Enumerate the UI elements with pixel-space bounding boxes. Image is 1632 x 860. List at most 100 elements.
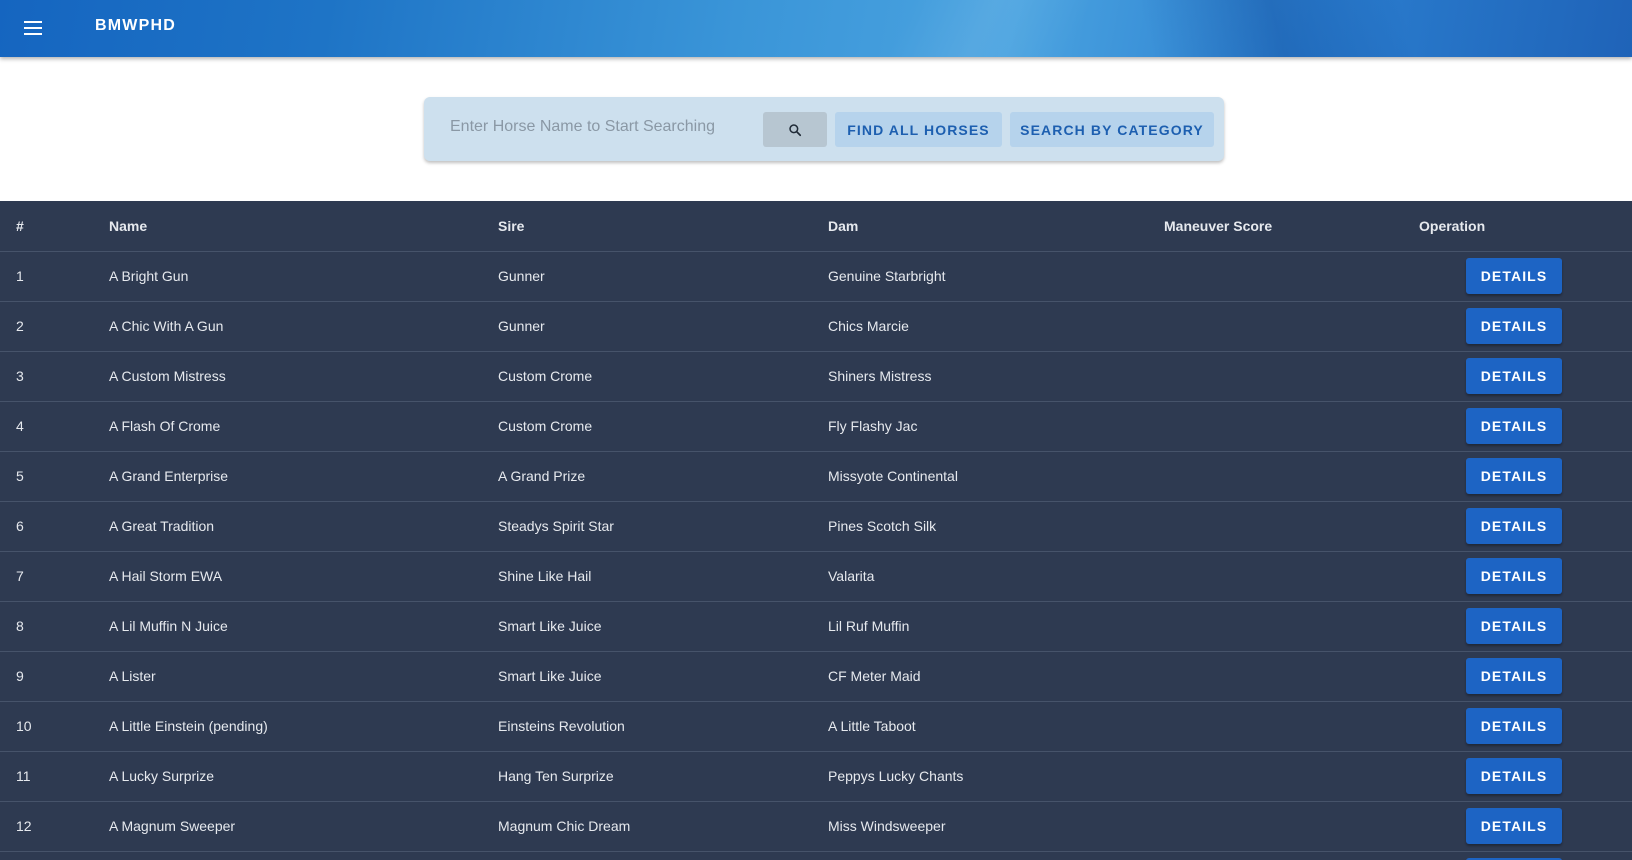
maneuver-score [1148, 501, 1419, 552]
horse-name: A Great Tradition [93, 501, 482, 552]
row-number: 9 [0, 651, 93, 702]
col-header-dam[interactable]: Dam [812, 201, 1148, 252]
horse-name [93, 851, 482, 860]
table-row: 2A Chic With A Gun Gunner Chics Marcie DETA… [0, 301, 1632, 352]
app-title: BMWPHD [95, 17, 176, 34]
horse-name: A Lister [93, 651, 482, 702]
col-header-operation: Operation [1419, 201, 1632, 252]
horse-dam: Valarita [812, 551, 1148, 602]
maneuver-score [1148, 851, 1419, 860]
horse-dam: Pines Scotch Silk [812, 501, 1148, 552]
maneuver-score [1148, 751, 1419, 802]
maneuver-score [1148, 401, 1419, 452]
horse-dam: CF Meter Maid [812, 651, 1148, 702]
menu-icon [24, 21, 42, 23]
table-row: 6A Great Tradition Steadys Spirit Star Pin… [0, 501, 1632, 552]
horse-dam: Genuine Starbright [812, 251, 1148, 302]
table-row: 11 A Lucky Surprize Hang Ten Surprize Peppy… [0, 751, 1632, 802]
col-header-name[interactable]: Name [93, 201, 482, 252]
maneuver-score [1148, 701, 1419, 752]
horse-dam: Missyote Continental [812, 451, 1148, 502]
row-number: 7 [0, 551, 93, 602]
horse-sire: Custom Crome [482, 401, 812, 452]
details-button[interactable]: DETAILS [1466, 708, 1562, 744]
horse-sire: Gunner [482, 301, 812, 352]
horse-dam: Fly Flashy Jac [812, 401, 1148, 452]
horse-sire: Steadys Spirit Star [482, 501, 812, 552]
row-number: 4 [0, 401, 93, 452]
row-number: 1 [0, 251, 93, 302]
search-icon [789, 123, 802, 136]
table-row: 12 A Magnum Sweeper Magnum Chic Dream Miss … [0, 801, 1632, 852]
maneuver-score [1148, 651, 1419, 702]
horse-sire: Einsteins Revolution [482, 701, 812, 752]
horse-dam [812, 851, 1148, 860]
operation-cell: DETAILS [1419, 451, 1632, 502]
operation-cell: DETAILS [1419, 751, 1632, 802]
details-button[interactable]: DETAILS [1466, 358, 1562, 394]
maneuver-score [1148, 801, 1419, 852]
operation-cell: DETAILS [1419, 651, 1632, 702]
maneuver-score [1148, 351, 1419, 402]
details-button[interactable]: DETAILS [1466, 608, 1562, 644]
row-number [0, 851, 93, 860]
table-header-row: # Name Sire Dam Maneuver Score Operation [0, 201, 1632, 252]
maneuver-score [1148, 551, 1419, 602]
details-button[interactable]: DETAILS [1466, 408, 1562, 444]
operation-cell: DETAILS [1419, 301, 1632, 352]
horse-name: A Hail Storm EWA [93, 551, 482, 602]
horse-name: A Flash Of Crome [93, 401, 482, 452]
details-button[interactable]: DETAILS [1466, 558, 1562, 594]
details-button[interactable]: DETAILS [1466, 258, 1562, 294]
horse-dam: Lil Ruf Muffin [812, 601, 1148, 652]
horse-sire: Smart Like Juice [482, 651, 812, 702]
horse-sire [482, 851, 812, 860]
table-row: 8A Lil Muffin N Juice Smart Like Juice Lil… [0, 601, 1632, 652]
table-row: 1A Bright Gun Gunner Genuine Starbright DET… [0, 251, 1632, 302]
horse-name: A Grand Enterprise [93, 451, 482, 502]
details-button[interactable]: DETAILS [1466, 308, 1562, 344]
details-button[interactable]: DETAILS [1466, 508, 1562, 544]
horse-sire: Gunner [482, 251, 812, 302]
details-button[interactable]: DETAILS [1466, 808, 1562, 844]
maneuver-score [1148, 451, 1419, 502]
details-button[interactable]: DETAILS [1466, 758, 1562, 794]
horse-table: # Name Sire Dam Maneuver Score Operation… [0, 201, 1632, 860]
app-bar: BMWPHD [0, 0, 1632, 57]
col-header-number[interactable]: # [0, 201, 93, 252]
row-number: 12 [0, 801, 93, 852]
horse-sire: Smart Like Juice [482, 601, 812, 652]
operation-cell: DETAILS [1419, 401, 1632, 452]
table-row: 4A Flash Of Crome Custom Crome Fly Flashy … [0, 401, 1632, 452]
operation-cell: DETAILS [1419, 851, 1632, 860]
row-number: 6 [0, 501, 93, 552]
find-all-horses-button[interactable]: FIND ALL HORSES [835, 112, 1002, 147]
row-number: 2 [0, 301, 93, 352]
search-by-category-button[interactable]: SEARCH BY CATEGORY [1010, 112, 1214, 147]
maneuver-score [1148, 251, 1419, 302]
row-number: 3 [0, 351, 93, 402]
horse-name: A Magnum Sweeper [93, 801, 482, 852]
details-button[interactable]: DETAILS [1466, 658, 1562, 694]
operation-cell: DETAILS [1419, 351, 1632, 402]
horse-sire: Shine Like Hail [482, 551, 812, 602]
search-input[interactable] [450, 107, 740, 147]
col-header-maneuver-score[interactable]: Maneuver Score [1148, 201, 1419, 252]
table-row: 10 A Little Einstein (pending) Einsteins R… [0, 701, 1632, 752]
horse-sire: A Grand Prize [482, 451, 812, 502]
details-button[interactable]: DETAILS [1466, 458, 1562, 494]
horse-dam: Miss Windsweeper [812, 801, 1148, 852]
operation-cell: DETAILS [1419, 501, 1632, 552]
horse-sire: Custom Crome [482, 351, 812, 402]
search-button[interactable] [763, 112, 827, 147]
horse-name: A Lucky Surprize [93, 751, 482, 802]
table-row: 5A Grand Enterprise A Grand Prize Missyote… [0, 451, 1632, 502]
col-header-sire[interactable]: Sire [482, 201, 812, 252]
table-row: 9A Lister Smart Like Juice CF Meter Maid DE… [0, 651, 1632, 702]
horse-dam: A Little Taboot [812, 701, 1148, 752]
search-area: FIND ALL HORSES SEARCH BY CATEGORY [0, 57, 1632, 201]
menu-button[interactable] [18, 14, 48, 42]
horse-name: A Bright Gun [93, 251, 482, 302]
maneuver-score [1148, 601, 1419, 652]
table-row: DETAILS [0, 851, 1632, 860]
